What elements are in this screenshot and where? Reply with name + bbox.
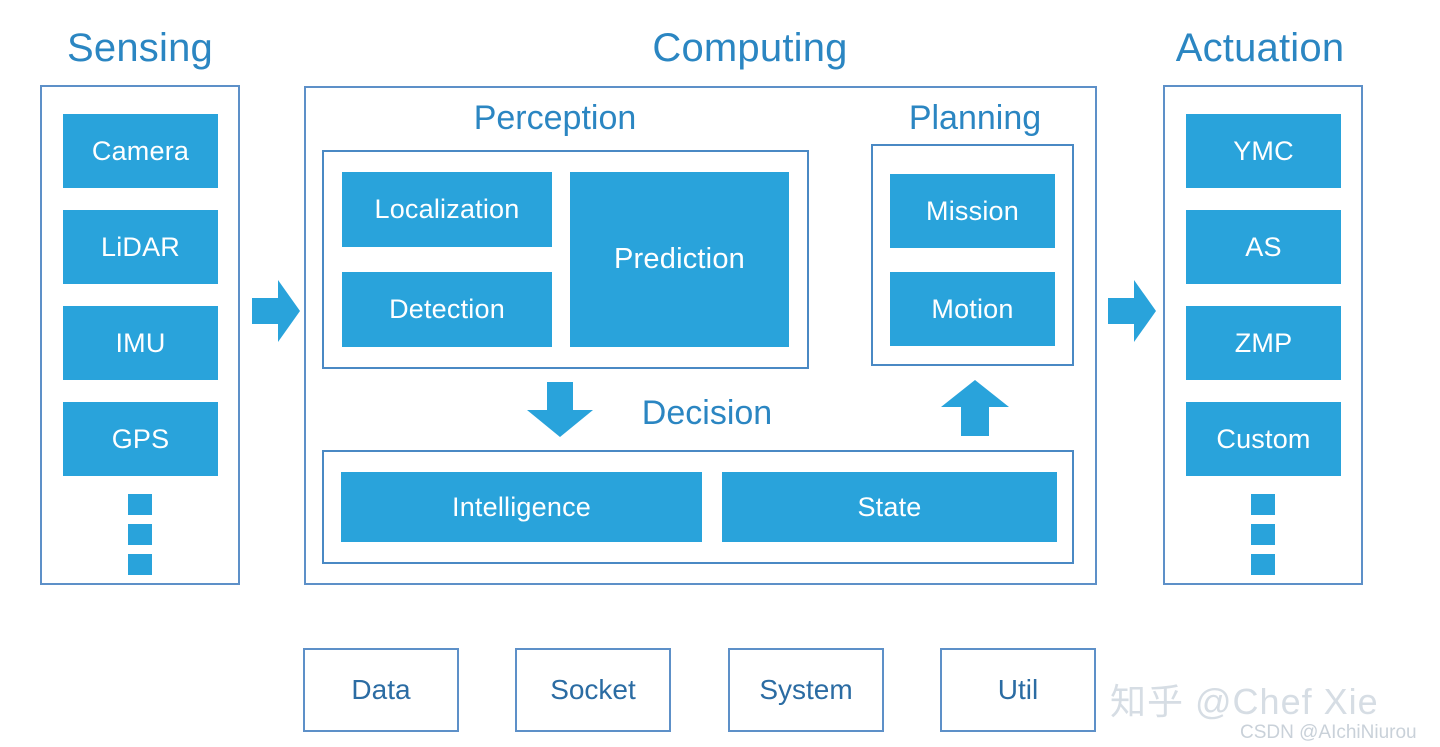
actuation-item-label: Custom (1216, 423, 1311, 454)
sensing-item-gps[interactable]: GPS (63, 402, 218, 476)
support-module-label: Data (351, 674, 411, 705)
sensing-item-label: LiDAR (100, 231, 181, 262)
perception-item-prediction[interactable]: Prediction (570, 172, 789, 347)
perception-item-label: Prediction (614, 243, 745, 275)
perception-item-label: Localization (374, 194, 520, 224)
support-module-label: Socket (550, 674, 636, 705)
decision-item-intelligence[interactable]: Intelligence (341, 472, 702, 542)
actuation-item-zmp[interactable]: ZMP (1186, 306, 1341, 380)
sensing-item-camera[interactable]: Camera (63, 114, 218, 188)
arrow-up-icon-decision-to-planning (941, 380, 1009, 436)
support-module-data[interactable]: Data (303, 648, 459, 732)
support-module-system[interactable]: System (728, 648, 884, 732)
planning-item-label: Mission (926, 195, 1019, 226)
sensing-title: Sensing (67, 26, 213, 70)
perception-item-localization[interactable]: Localization (342, 172, 552, 247)
sensing-item-lidar[interactable]: LiDAR (63, 210, 218, 284)
actuation-item-label: AS (1245, 231, 1282, 262)
sensing-item-label: GPS (111, 423, 170, 454)
arrow-down-icon-perception-to-decision (527, 382, 593, 437)
actuation-item-as[interactable]: AS (1186, 210, 1341, 284)
decision-item-label: Intelligence (452, 491, 591, 522)
actuation-title: Actuation (1175, 26, 1345, 70)
actuation-item-label: YMC (1233, 135, 1294, 166)
perception-title: Perception (473, 99, 637, 137)
support-module-util[interactable]: Util (940, 648, 1096, 732)
planning-item-motion[interactable]: Motion (890, 272, 1055, 346)
planning-title: Planning (908, 99, 1042, 137)
perception-item-label: Detection (389, 294, 505, 324)
support-module-label: System (759, 674, 853, 705)
decision-item-state[interactable]: State (722, 472, 1057, 542)
support-module-socket[interactable]: Socket (515, 648, 671, 732)
sensing-item-imu[interactable]: IMU (63, 306, 218, 380)
actuation-item-ymc[interactable]: YMC (1186, 114, 1341, 188)
arrow-right-icon-sensing-to-computing (252, 280, 300, 342)
zhihu-watermark: 知乎 @Chef Xie (1110, 681, 1379, 722)
computing-title: Computing (652, 26, 848, 70)
actuation-item-custom[interactable]: Custom (1186, 402, 1341, 476)
sensing-item-label: Camera (91, 135, 190, 166)
actuation-item-label: ZMP (1234, 327, 1293, 358)
perception-item-detection[interactable]: Detection (342, 272, 552, 347)
sensing-ellipsis-icon (128, 494, 152, 575)
sensing-item-label: IMU (115, 327, 166, 358)
support-module-label: Util (997, 674, 1039, 705)
actuation-ellipsis-icon (1251, 494, 1275, 575)
arrow-right-icon-computing-to-actuation (1108, 280, 1156, 342)
decision-title: Decision (641, 394, 773, 432)
planning-item-mission[interactable]: Mission (890, 174, 1055, 248)
csdn-watermark: CSDN @AIchiNiurou (1240, 722, 1417, 743)
planning-item-label: Motion (931, 293, 1014, 324)
decision-item-label: State (857, 491, 922, 522)
